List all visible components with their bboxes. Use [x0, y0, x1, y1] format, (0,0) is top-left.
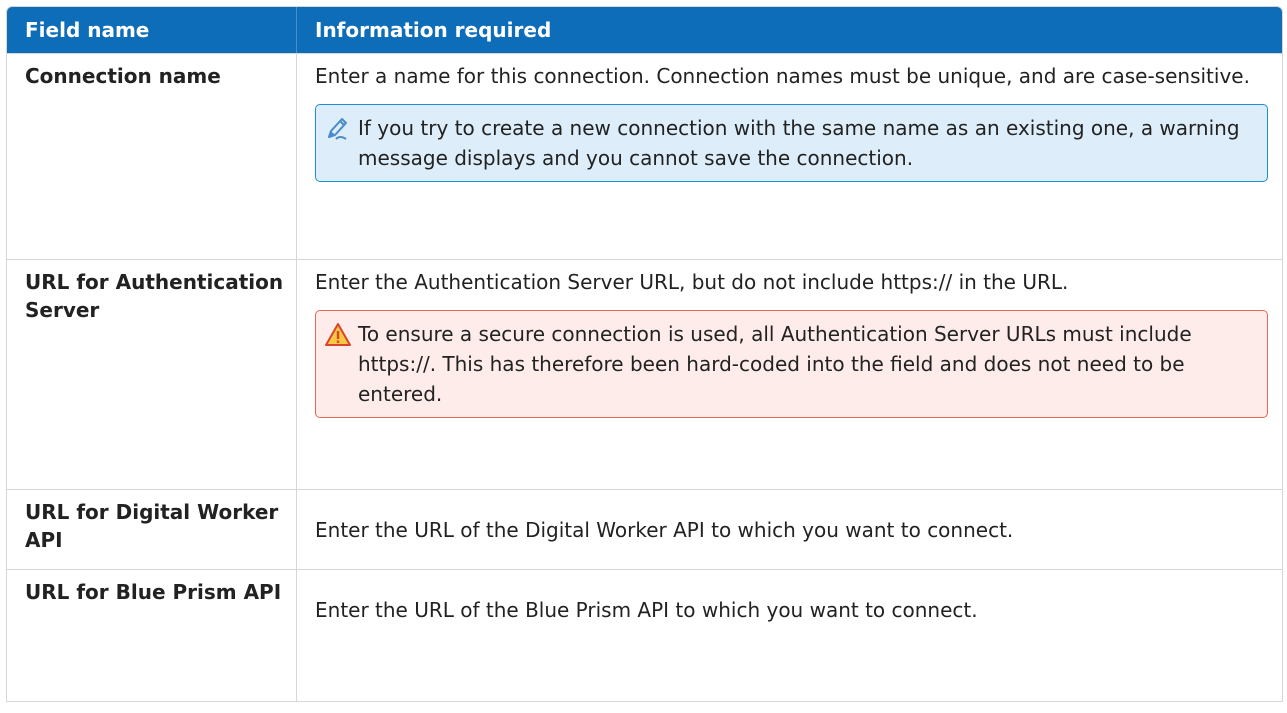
pencil-icon [324, 115, 352, 173]
table-row: URL for Authentication Server Enter the … [7, 259, 1282, 489]
information-cell: Enter the URL of the Digital Worker API … [315, 518, 1014, 542]
information-text: Enter the Authentication Server URL, but… [315, 270, 1069, 294]
warning-note: To ensure a secure connection is used, a… [315, 310, 1268, 418]
table-row: URL for Blue Prism API Enter the URL of … [7, 569, 1282, 701]
warning-note-text: To ensure a secure connection is used, a… [358, 322, 1192, 406]
header-field-name: Field name [7, 7, 297, 53]
field-name-cell: URL for Blue Prism API [7, 570, 297, 701]
warning-icon [324, 321, 352, 409]
field-name-cell: Connection name [7, 54, 297, 259]
field-name-cell: URL for Digital Worker API [7, 490, 297, 569]
header-information-required: Information required [315, 18, 552, 42]
info-note-text: If you try to create a new connection wi… [358, 116, 1240, 170]
fields-table: Field name Information required Connecti… [6, 6, 1283, 702]
information-text: Enter a name for this connection. Connec… [315, 64, 1250, 88]
table-header: Field name Information required [7, 7, 1282, 53]
information-cell: Enter a name for this connection. Connec… [297, 54, 1282, 259]
information-cell: Enter the URL of the Blue Prism API to w… [315, 598, 978, 622]
info-note: If you try to create a new connection wi… [315, 104, 1268, 182]
information-cell: Enter the Authentication Server URL, but… [297, 260, 1282, 489]
table-row: Connection name Enter a name for this co… [7, 53, 1282, 259]
table-row: URL for Digital Worker API Enter the URL… [7, 489, 1282, 569]
field-name-cell: URL for Authentication Server [7, 260, 297, 489]
